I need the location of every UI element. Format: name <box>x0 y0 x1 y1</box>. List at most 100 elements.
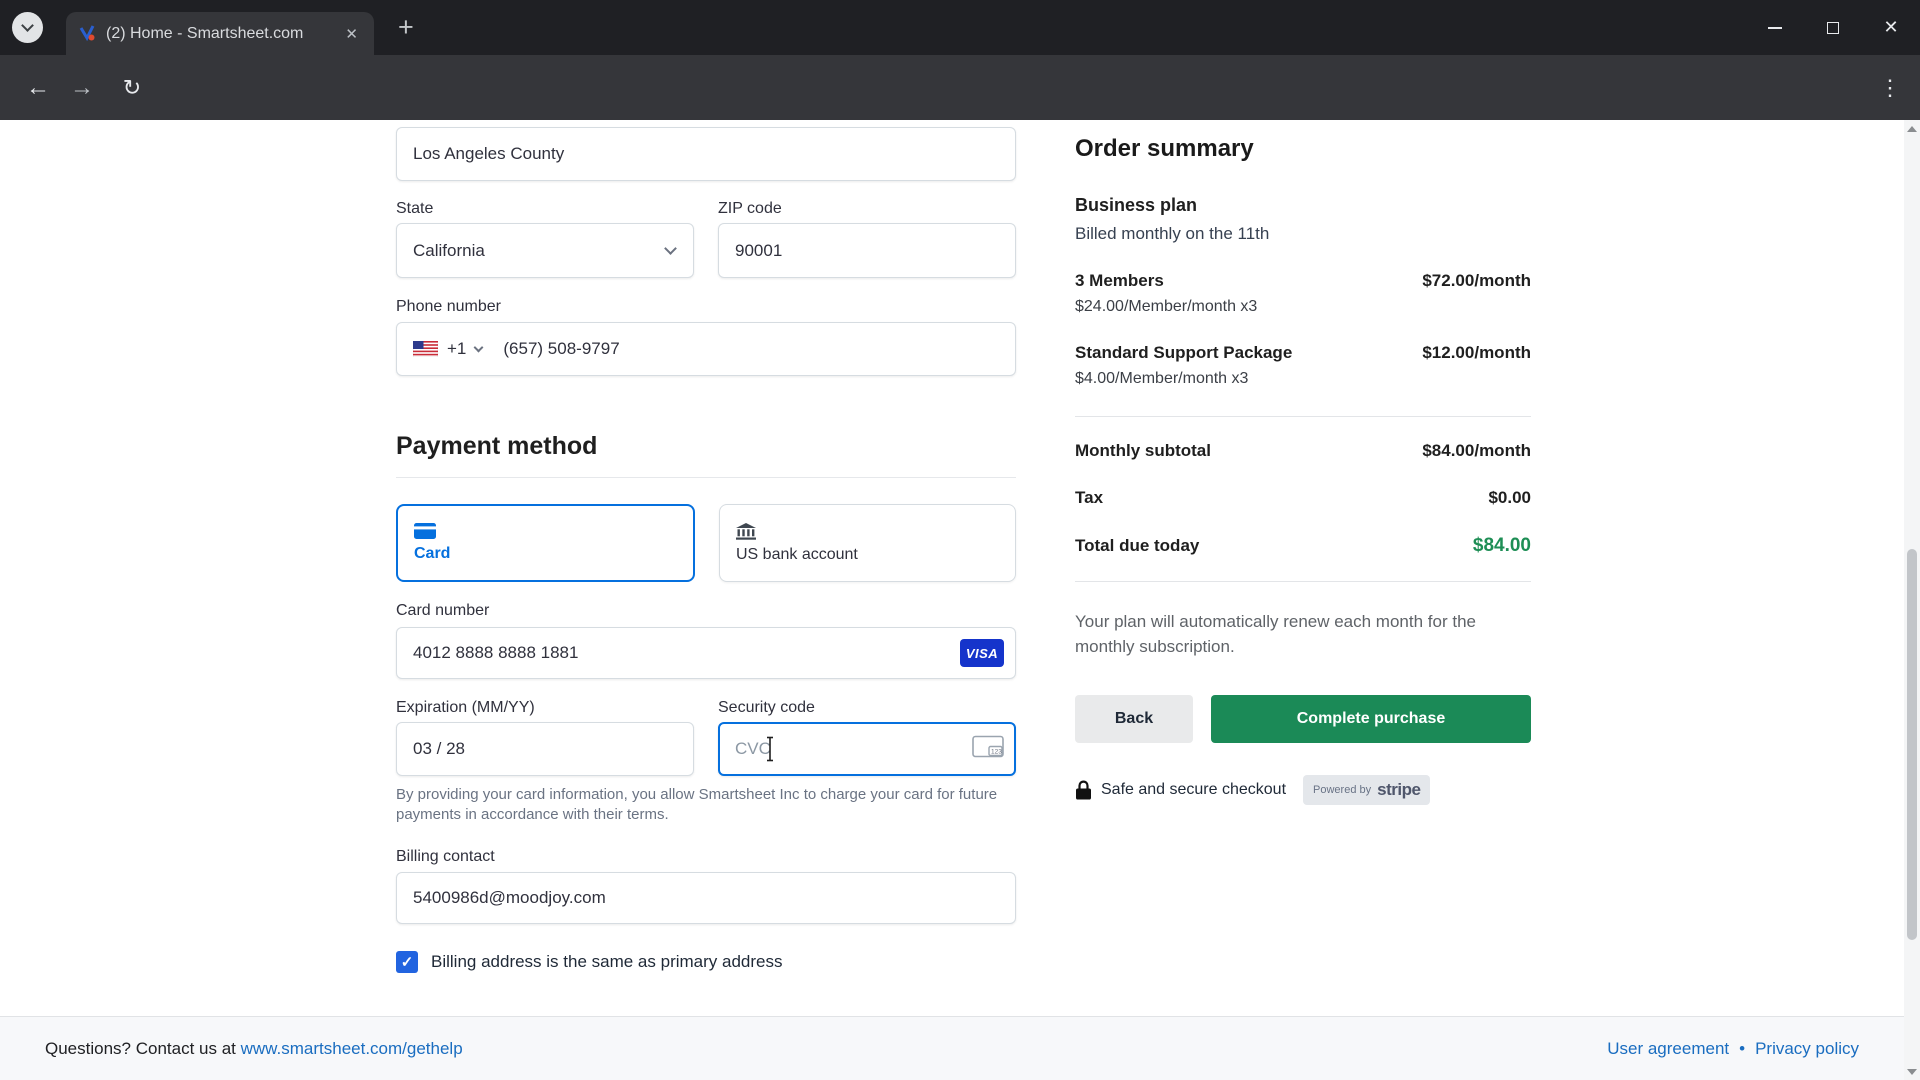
plan-name: Business plan <box>1075 195 1531 216</box>
payment-method-heading: Payment method <box>396 432 1016 461</box>
browser-tab[interactable]: (2) Home - Smartsheet.com ✕ <box>66 12 374 55</box>
plan-billing-note: Billed monthly on the 11th <box>1075 224 1531 244</box>
billing-contact-label: Billing contact <box>396 848 495 865</box>
chevron-down-icon <box>21 19 34 32</box>
reload-icon: ↻ <box>123 75 141 101</box>
tab-close-button[interactable]: ✕ <box>341 23 362 45</box>
minimize-icon <box>1768 27 1782 29</box>
summary-line-item: 3 Members $72.00/month $24.00/Member/mon… <box>1075 271 1531 316</box>
back-step-button[interactable]: Back <box>1075 695 1193 743</box>
card-number-input[interactable] <box>396 627 1016 679</box>
stripe-badge: Powered by stripe <box>1303 775 1430 805</box>
visa-badge: VISA <box>960 639 1004 667</box>
payment-tab-card-label: Card <box>414 545 677 563</box>
divider <box>1075 581 1531 582</box>
back-button[interactable]: ← <box>16 66 60 110</box>
expiration-input[interactable] <box>396 722 694 776</box>
window-minimize-button[interactable] <box>1746 0 1804 55</box>
total-due-value: $84.00 <box>1473 535 1531 557</box>
user-agreement-link[interactable]: User agreement <box>1607 1039 1729 1059</box>
state-label: State <box>396 200 433 217</box>
billing-address-checkbox-label: Billing address is the same as primary a… <box>431 952 782 972</box>
card-terms-note: By providing your card information, you … <box>396 785 1016 826</box>
divider <box>1075 416 1531 417</box>
order-summary-title: Order summary <box>1075 135 1531 163</box>
expiration-label: Expiration (MM/YY) <box>396 699 535 716</box>
payment-tab-bank-label: US bank account <box>736 546 999 564</box>
browser-tab-bar: (2) Home - Smartsheet.com ✕ + ✕ <box>0 0 1920 55</box>
svg-text:123: 123 <box>991 749 1002 756</box>
maximize-icon <box>1827 22 1839 34</box>
item-detail: $24.00/Member/month x3 <box>1075 298 1531 316</box>
cvc-card-icon: 123 <box>972 736 1004 763</box>
tax-value: $0.00 <box>1488 488 1531 508</box>
back-arrow-icon: ← <box>26 74 50 102</box>
browser-menu-button[interactable]: ⋮ <box>1868 66 1912 110</box>
forward-button[interactable]: → <box>60 66 104 110</box>
complete-purchase-button[interactable]: Complete purchase <box>1211 695 1531 743</box>
zip-label: ZIP code <box>718 200 782 217</box>
order-summary: Order summary Business plan Billed month… <box>1075 120 1531 805</box>
state-select[interactable]: California <box>396 223 694 278</box>
item-price: $72.00/month <box>1422 271 1531 291</box>
check-icon: ✓ <box>401 953 414 971</box>
phone-input[interactable]: +1 (657) 508-9797 <box>396 322 1016 376</box>
checkout-page: State ZIP code California Phone number <box>0 120 1904 1016</box>
chevron-down-icon <box>664 242 677 255</box>
privacy-policy-link[interactable]: Privacy policy <box>1755 1039 1859 1059</box>
subtotal-value: $84.00/month <box>1422 441 1531 461</box>
us-flag-icon <box>413 341 438 357</box>
menu-dots-icon: ⋮ <box>1879 75 1901 101</box>
subtotal-label: Monthly subtotal <box>1075 441 1211 461</box>
billing-contact-input[interactable] <box>396 872 1016 924</box>
city-input[interactable] <box>396 127 1016 181</box>
zip-input[interactable] <box>718 223 1016 278</box>
window-close-button[interactable]: ✕ <box>1862 0 1920 55</box>
tab-title: (2) Home - Smartsheet.com <box>106 25 331 43</box>
contact-link[interactable]: www.smartsheet.com/gethelp <box>241 1039 463 1058</box>
new-tab-button[interactable]: + <box>398 14 414 41</box>
phone-country-code[interactable]: +1 <box>447 339 466 359</box>
phone-label: Phone number <box>396 298 501 315</box>
tax-label: Tax <box>1075 488 1103 508</box>
link-separator: • <box>1739 1039 1745 1059</box>
total-due-label: Total due today <box>1075 536 1199 556</box>
text-cursor <box>764 736 776 767</box>
item-price: $12.00/month <box>1422 343 1531 363</box>
billing-address-checkbox-row[interactable]: ✓ Billing address is the same as primary… <box>396 951 1016 973</box>
item-name: 3 Members <box>1075 271 1164 291</box>
tab-search-button[interactable] <box>12 12 43 43</box>
window-maximize-button[interactable] <box>1804 0 1862 55</box>
forward-arrow-icon: → <box>70 74 94 102</box>
page-footer: Questions? Contact us at www.smartsheet.… <box>0 1016 1904 1080</box>
phone-number-value: (657) 508-9797 <box>503 339 619 359</box>
card-number-label: Card number <box>396 602 489 619</box>
divider <box>396 477 1016 478</box>
stripe-wordmark: stripe <box>1377 780 1420 800</box>
close-icon: ✕ <box>1883 17 1898 38</box>
lock-icon <box>1075 780 1092 800</box>
security-code-label: Security code <box>718 699 815 716</box>
chevron-down-icon <box>474 343 484 353</box>
secure-checkout-note: Safe and secure checkout <box>1101 781 1286 799</box>
billing-form: State ZIP code California Phone number <box>396 120 1016 973</box>
summary-line-item: Standard Support Package $12.00/month $4… <box>1075 343 1531 388</box>
item-name: Standard Support Package <box>1075 343 1292 363</box>
payment-tab-bank[interactable]: US bank account <box>719 504 1016 582</box>
bank-icon <box>736 523 999 540</box>
card-icon <box>414 523 677 539</box>
scrollbar-thumb[interactable] <box>1907 549 1917 940</box>
scroll-down-button[interactable] <box>1904 1063 1920 1080</box>
checkbox-checked[interactable]: ✓ <box>396 951 418 973</box>
scroll-up-button[interactable] <box>1904 120 1920 137</box>
page-scrollbar[interactable] <box>1904 120 1920 1080</box>
state-select-value: California <box>413 241 485 261</box>
arrow-up-icon <box>1907 126 1917 132</box>
reload-button[interactable]: ↻ <box>110 66 154 110</box>
arrow-down-icon <box>1907 1069 1917 1075</box>
item-detail: $4.00/Member/month x3 <box>1075 370 1531 388</box>
powered-by-text: Powered by <box>1313 784 1371 796</box>
smartsheet-favicon <box>78 25 96 43</box>
renewal-note: Your plan will automatically renew each … <box>1075 610 1531 659</box>
payment-tab-card[interactable]: Card <box>396 504 695 582</box>
